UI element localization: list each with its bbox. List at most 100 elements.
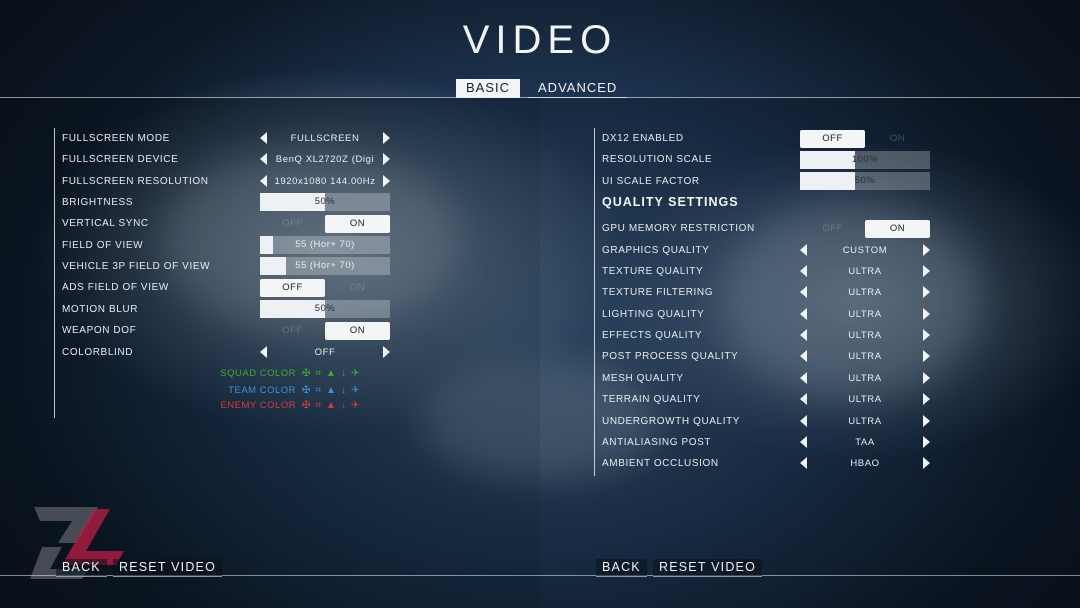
ui-scale-label: UI SCALE FACTOR: [602, 175, 700, 187]
toggle-off-option[interactable]: OFF: [800, 130, 865, 148]
reset-video-button-left[interactable]: RESET VIDEO: [113, 559, 223, 577]
resolution-scale-label: RESOLUTION SCALE: [602, 153, 713, 165]
chevron-left-icon[interactable]: [800, 415, 807, 427]
back-button-right[interactable]: BACK: [596, 559, 647, 577]
motion-blur-slider[interactable]: 50%: [260, 300, 390, 318]
chevron-left-icon[interactable]: [260, 346, 267, 358]
colorblind-selector[interactable]: OFF: [260, 343, 390, 361]
weapon-dof-toggle[interactable]: OFF ON: [260, 322, 390, 340]
texture-quality-label: TEXTURE QUALITY: [602, 265, 704, 277]
team-icons: ✠ ⌗ ▲ ↓ ✈: [302, 385, 359, 396]
chevron-right-icon[interactable]: [923, 393, 930, 405]
resolution-scale-value: 100%: [851, 154, 879, 165]
fullscreen-mode-value: FULLSCREEN: [290, 132, 360, 144]
chevron-left-icon[interactable]: [800, 308, 807, 320]
page-title: VIDEO: [462, 18, 618, 62]
texture-filtering-selector[interactable]: ULTRA: [800, 283, 930, 301]
chevron-right-icon[interactable]: [923, 372, 930, 384]
toggle-on-option[interactable]: ON: [325, 215, 390, 233]
team-soldier-icon: ✠: [302, 384, 311, 396]
chevron-left-icon[interactable]: [800, 244, 807, 256]
post-process-selector[interactable]: ULTRA: [800, 347, 930, 365]
toggle-off-option[interactable]: OFF: [260, 322, 325, 340]
squad-icons: ✠ ⌗ ▲ ↓ ✈: [302, 368, 359, 379]
resolution-scale-slider[interactable]: 100%: [800, 151, 930, 169]
chevron-right-icon[interactable]: [923, 308, 930, 320]
chevron-left-icon[interactable]: [800, 436, 807, 448]
chevron-right-icon[interactable]: [923, 350, 930, 362]
reset-video-button-right[interactable]: RESET VIDEO: [653, 559, 763, 577]
texture-quality-selector[interactable]: ULTRA: [800, 262, 930, 280]
fullscreen-resolution-selector[interactable]: 1920x1080 144.00Hz: [260, 172, 390, 190]
toggle-on-option[interactable]: ON: [865, 220, 930, 238]
dx12-toggle[interactable]: OFF ON: [800, 130, 930, 148]
ui-scale-slider[interactable]: 50%: [800, 172, 930, 190]
toggle-off-option[interactable]: OFF: [260, 215, 325, 233]
fullscreen-resolution-value: 1920x1080 144.00Hz: [274, 175, 376, 187]
post-process-label: POST PROCESS QUALITY: [602, 350, 739, 362]
vertical-sync-toggle[interactable]: OFF ON: [260, 215, 390, 233]
chevron-right-icon[interactable]: [383, 132, 390, 144]
ads-fov-label: ADS FIELD OF VIEW: [62, 281, 169, 293]
fullscreen-device-selector[interactable]: BenQ XL2720Z (Digi: [260, 150, 390, 168]
chevron-right-icon[interactable]: [383, 153, 390, 165]
chevron-right-icon[interactable]: [923, 457, 930, 469]
enemy-tank-icon: ▲: [326, 399, 336, 411]
chevron-left-icon[interactable]: [800, 286, 807, 298]
tab-advanced[interactable]: ADVANCED: [528, 79, 628, 98]
chevron-right-icon[interactable]: [923, 415, 930, 427]
toggle-on-option[interactable]: ON: [865, 130, 930, 148]
toggle-off-option[interactable]: OFF: [800, 220, 865, 238]
chevron-right-icon[interactable]: [923, 244, 930, 256]
undergrowth-quality-label: UNDERGROWTH QUALITY: [602, 415, 741, 427]
ads-fov-toggle[interactable]: OFF ON: [260, 279, 390, 297]
back-button-left[interactable]: BACK: [56, 559, 107, 577]
field-of-view-slider[interactable]: 55 (Hor+ 70): [260, 236, 390, 254]
antialiasing-selector[interactable]: TAA: [800, 433, 930, 451]
graphics-quality-label: GRAPHICS QUALITY: [602, 244, 710, 256]
toggle-off-option[interactable]: OFF: [260, 279, 325, 297]
chevron-right-icon[interactable]: [383, 346, 390, 358]
ambient-occlusion-selector[interactable]: HBAO: [800, 454, 930, 472]
fullscreen-device-value: BenQ XL2720Z (Digi: [275, 153, 375, 165]
enemy-heli-icon: ✈: [350, 399, 360, 411]
toggle-on-option[interactable]: ON: [325, 322, 390, 340]
vehicle-fov-slider[interactable]: 55 (Hor+ 70): [260, 257, 390, 275]
chevron-left-icon[interactable]: [800, 393, 807, 405]
terrain-quality-selector[interactable]: ULTRA: [800, 390, 930, 408]
team-color-label: TEAM COLOR: [228, 384, 296, 396]
graphics-quality-selector[interactable]: CUSTOM: [800, 241, 930, 259]
tab-basic[interactable]: BASIC: [456, 79, 521, 98]
brightness-slider[interactable]: 50%: [260, 193, 390, 211]
mesh-quality-value: ULTRA: [848, 372, 882, 384]
ambient-occlusion-label: AMBIENT OCCLUSION: [602, 457, 719, 469]
gpu-memory-toggle[interactable]: OFF ON: [800, 220, 930, 238]
undergrowth-quality-selector[interactable]: ULTRA: [800, 412, 930, 430]
post-process-value: ULTRA: [848, 350, 882, 362]
effects-quality-selector[interactable]: ULTRA: [800, 326, 930, 344]
chevron-right-icon[interactable]: [923, 329, 930, 341]
lighting-quality-selector[interactable]: ULTRA: [800, 305, 930, 323]
chevron-left-icon[interactable]: [800, 350, 807, 362]
ambient-occlusion-value: HBAO: [850, 457, 880, 469]
chevron-left-icon[interactable]: [260, 175, 267, 187]
chevron-right-icon[interactable]: [923, 286, 930, 298]
left-column-accent: [54, 128, 55, 418]
chevron-left-icon[interactable]: [800, 329, 807, 341]
fullscreen-mode-selector[interactable]: FULLSCREEN: [260, 129, 390, 147]
chevron-left-icon[interactable]: [260, 132, 267, 144]
toggle-on-option[interactable]: ON: [325, 279, 390, 297]
chevron-right-icon[interactable]: [923, 436, 930, 448]
fullscreen-device-label: FULLSCREEN DEVICE: [62, 153, 179, 165]
chevron-left-icon[interactable]: [800, 265, 807, 277]
right-column-accent: [594, 128, 595, 476]
chevron-right-icon[interactable]: [923, 265, 930, 277]
chevron-left-icon[interactable]: [800, 457, 807, 469]
chevron-left-icon[interactable]: [260, 153, 267, 165]
mesh-quality-selector[interactable]: ULTRA: [800, 369, 930, 387]
chevron-left-icon[interactable]: [800, 372, 807, 384]
vertical-sync-label: VERTICAL SYNC: [62, 217, 149, 229]
team-color-row: TEAM COLOR ✠ ⌗ ▲ ↓ ✈: [212, 383, 359, 397]
enemy-icons: ✠ ⌗ ▲ ↓ ✈: [302, 400, 359, 411]
chevron-right-icon[interactable]: [383, 175, 390, 187]
